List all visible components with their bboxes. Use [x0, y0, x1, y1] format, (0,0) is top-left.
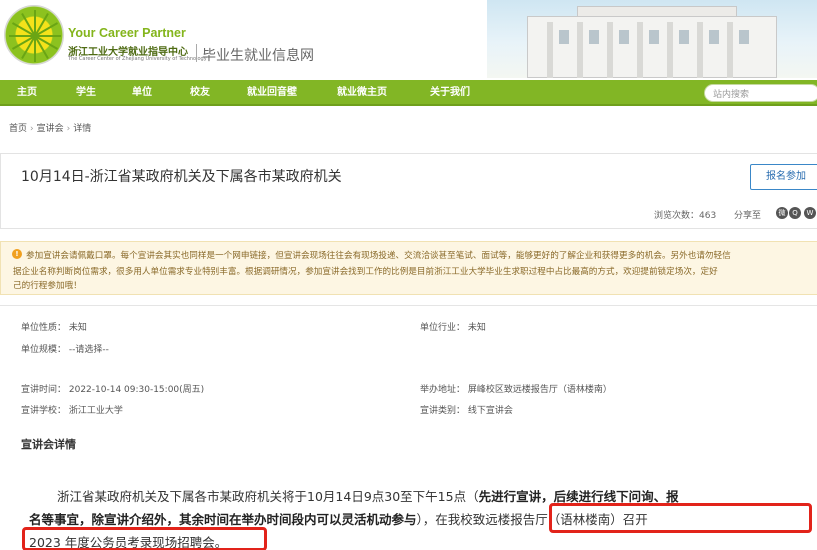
wechat-share-icon[interactable]: W [804, 207, 816, 219]
nav-item-micro-homepage[interactable]: 就业微主页 [337, 80, 387, 106]
search-placeholder: 站内搜索 [713, 90, 750, 100]
category-field: 宣讲类别： 线下宣讲会 [420, 406, 513, 416]
notice-text-line-1: 参加宣讲会请佩戴口罩。每个宣讲会其实也同样是一个网申链接，但宣讲会现场往往会有现… [26, 251, 731, 261]
breadcrumb-current: 详情 [73, 124, 92, 134]
view-count: 浏览次数：463 [654, 211, 717, 221]
notice-text-line-2: 据企业名称判断岗位需求，很多用人单位需求专业特别丰富。根据调研情况，参加宣讲会找… [13, 267, 718, 277]
qq-share-icon[interactable]: Q [789, 207, 801, 219]
main-navbar: 主页 学生 单位 校友 就业回音壁 就业微主页 关于我们 站内搜索 [0, 80, 817, 106]
campus-building-banner [487, 0, 817, 78]
site-header: Your Career Partner 浙江工业大学就业指导中心 The Car… [0, 0, 817, 78]
venue-field: 举办地址： 屏峰校区致远楼报告厅（语林楼南） [420, 385, 612, 395]
nav-item-students[interactable]: 学生 [76, 80, 96, 106]
nav-item-home[interactable]: 主页 [17, 80, 37, 106]
breadcrumb: 首页 › 宣讲会 › 详情 [9, 121, 91, 134]
nav-item-employers[interactable]: 单位 [132, 80, 152, 106]
breadcrumb-seminar-link[interactable]: 宣讲会 [37, 124, 64, 134]
warning-icon: ! [12, 249, 22, 259]
notice-text-line-3: 己的行程参加哦！ [13, 281, 82, 291]
breadcrumb-home-link[interactable]: 首页 [9, 124, 27, 134]
details-section-title: 宣讲会详情 [21, 438, 76, 451]
nav-item-alumni[interactable]: 校友 [190, 80, 210, 106]
details-bold-text: 先进行宣讲，后续进行线下问询、报 [478, 489, 679, 504]
details-bold-text: 名等事宜，除宣讲介绍外，其余时间在举办时间段内可以灵活机动参与 [29, 512, 417, 527]
site-name: 毕业生就业信息网 [202, 48, 314, 64]
chevron-right-icon: › [66, 124, 71, 134]
unit-nature-field: 单位性质： 未知 [21, 323, 87, 333]
details-text: 浙江省某政府机关及下属各市某政府机关将于10月14日9点30至下午15点（ [57, 489, 479, 504]
unit-scale-field: 单位规模： --请选择-- [21, 345, 109, 355]
nav-item-feedback-wall[interactable]: 就业回音壁 [247, 80, 297, 106]
seminar-time-field: 宣讲时间： 2022-10-14 09:30-15:00(周五) [21, 385, 205, 395]
details-text: ）， [416, 512, 436, 527]
career-center-logo[interactable] [4, 5, 64, 65]
share-label: 分享至 [734, 211, 762, 221]
unit-industry-field: 单位行业： 未知 [420, 323, 486, 333]
school-field: 宣讲学校： 浙江工业大学 [21, 406, 123, 416]
highlight-annotation-box [549, 503, 812, 533]
weibo-share-icon[interactable]: 微 [776, 207, 788, 219]
nav-item-about-us[interactable]: 关于我们 [430, 80, 470, 106]
highlight-annotation-box [22, 527, 267, 550]
chevron-right-icon: › [30, 124, 34, 134]
brand-english-name: Your Career Partner [68, 26, 186, 40]
brand-subtitle: The Career Center of Zhejiang University… [68, 56, 207, 62]
page-title: 10月14日-浙江省某政府机关及下属各市某政府机关 [21, 169, 342, 185]
site-search-input[interactable]: 站内搜索 [704, 84, 817, 102]
signup-button[interactable]: 报名参加 [750, 164, 817, 190]
brand-divider [196, 44, 197, 62]
